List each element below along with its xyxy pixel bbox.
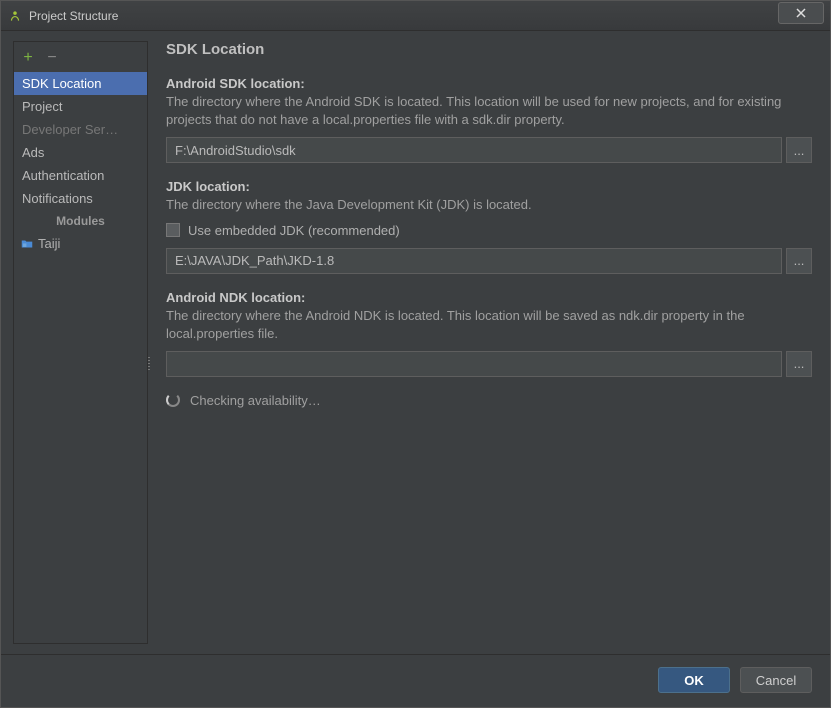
sidebar-item-sdk-location[interactable]: SDK Location [14,72,147,95]
sidebar-item-notifications[interactable]: Notifications [14,187,147,210]
ok-button[interactable]: OK [658,667,730,693]
use-embedded-jdk-checkbox[interactable] [166,223,180,237]
jdk-desc: The directory where the Java Development… [166,196,812,214]
spinner-icon [166,393,180,407]
window-title: Project Structure [29,9,118,23]
sidebar-item-project[interactable]: Project [14,95,147,118]
android-sdk-label: Android SDK location: [166,76,812,91]
android-sdk-browse-button[interactable]: ... [786,137,812,163]
android-sdk-desc: The directory where the Android SDK is l… [166,93,812,129]
sidebar-modules-header: Modules [14,210,147,232]
project-structure-dialog: Project Structure + − SDK Location Proje… [0,0,831,708]
android-sdk-path-input[interactable] [166,137,782,163]
ndk-path-input[interactable] [166,351,782,377]
sidebar-module-taiji[interactable]: Taiji [14,232,147,255]
page-title: SDK Location [166,41,812,58]
jdk-browse-button[interactable]: ... [786,248,812,274]
ndk-browse-button[interactable]: ... [786,351,812,377]
add-module-button[interactable]: + [20,50,36,66]
folder-icon [20,237,34,251]
content-panel: SDK Location Android SDK location: The d… [148,31,830,654]
use-embedded-jdk-label: Use embedded JDK (recommended) [188,223,400,238]
close-window-button[interactable] [778,2,824,24]
cancel-button[interactable]: Cancel [740,667,812,693]
dialog-footer: OK Cancel [1,654,830,707]
remove-module-button[interactable]: − [44,50,60,66]
sidebar-item-ads[interactable]: Ads [14,141,147,164]
sidebar-item-developer-services[interactable]: Developer Ser… [14,118,147,141]
android-studio-icon [7,8,23,24]
splitter-handle[interactable] [148,357,150,371]
ndk-desc: The directory where the Android NDK is l… [166,307,812,343]
titlebar: Project Structure [1,1,830,31]
sidebar-module-label: Taiji [38,236,60,251]
status-text: Checking availability… [190,393,321,408]
jdk-label: JDK location: [166,179,812,194]
sidebar: + − SDK Location Project Developer Ser… … [13,41,148,644]
sidebar-item-authentication[interactable]: Authentication [14,164,147,187]
ndk-label: Android NDK location: [166,290,812,305]
jdk-path-input[interactable] [166,248,782,274]
